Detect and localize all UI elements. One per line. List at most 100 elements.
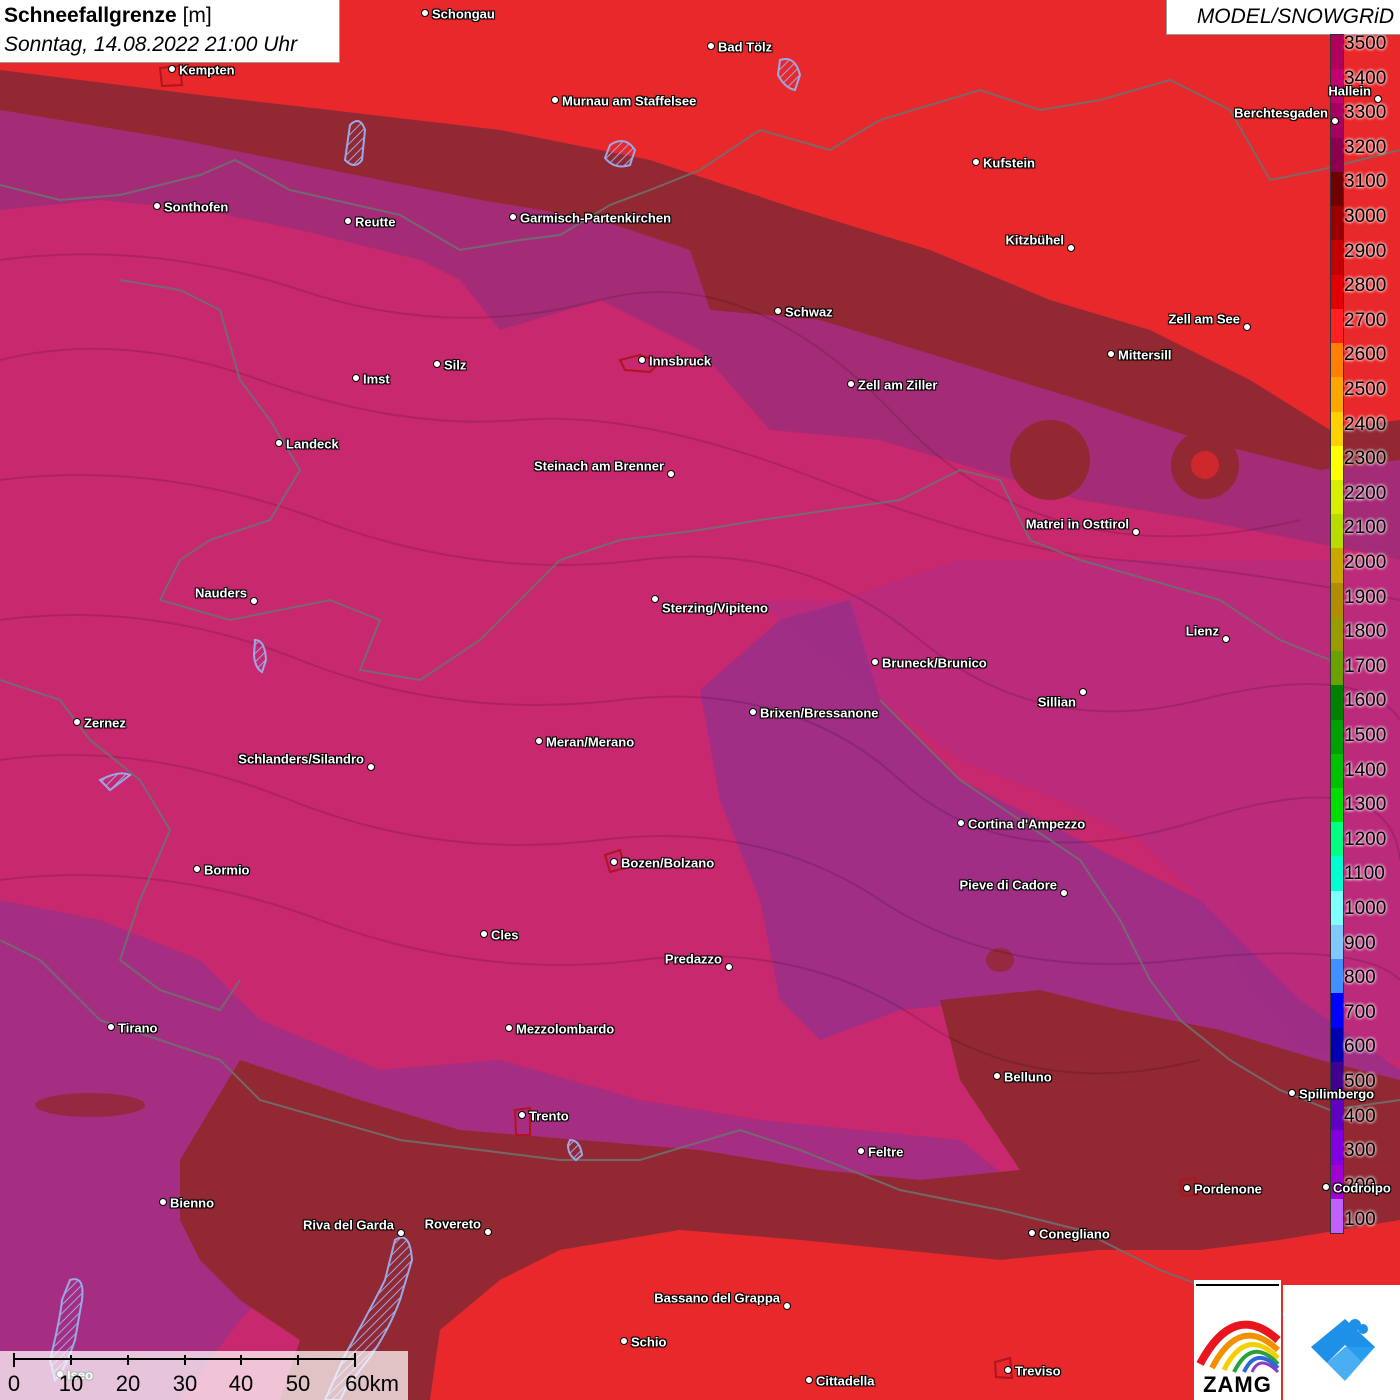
city-dot-icon bbox=[107, 1023, 115, 1031]
legend-colorbar bbox=[1330, 34, 1344, 1234]
scale-label: 40 bbox=[228, 1371, 254, 1396]
legend-swatch bbox=[1331, 206, 1343, 241]
city-dot-icon bbox=[1322, 1183, 1330, 1191]
city-label: Trento bbox=[529, 1108, 569, 1124]
city-dot-icon bbox=[367, 763, 375, 771]
city-label: Hallein bbox=[1328, 83, 1371, 99]
city-label: Sillian bbox=[1037, 694, 1076, 710]
city-label: Kempten bbox=[179, 62, 235, 78]
legend-label: 2200 bbox=[1344, 482, 1387, 504]
city-dot-icon bbox=[1132, 528, 1140, 536]
city-dot-icon bbox=[725, 963, 733, 971]
legend-swatch bbox=[1331, 890, 1343, 926]
model-label-box: MODEL/SNOWGRiD bbox=[1166, 0, 1400, 35]
legend-swatch bbox=[1331, 343, 1343, 378]
city-dot-icon bbox=[433, 360, 441, 368]
city-label: Matrei in Osttirol bbox=[1025, 516, 1129, 532]
city-dot-icon bbox=[1331, 117, 1339, 125]
legend-swatch bbox=[1331, 240, 1343, 276]
legend-swatch bbox=[1331, 479, 1343, 515]
zamg-logo-text: ZAMG bbox=[1203, 1372, 1272, 1397]
city-label: Rovereto bbox=[424, 1216, 481, 1232]
city-label: Bozen/Bolzano bbox=[621, 855, 715, 871]
scale-label: 20 bbox=[115, 1371, 141, 1396]
city-label: Riva del Garda bbox=[302, 1217, 394, 1233]
city-dot-icon bbox=[749, 708, 757, 716]
city-label: Meran/Merano bbox=[546, 734, 635, 750]
legend-swatch bbox=[1331, 548, 1343, 584]
zone-pocket-lienz bbox=[1010, 420, 1090, 500]
city-label: Bienno bbox=[170, 1195, 215, 1211]
zamg-rainbow-logo-icon bbox=[1196, 1284, 1281, 1374]
city-label: Imst bbox=[363, 371, 390, 387]
legend-label: 1600 bbox=[1344, 690, 1387, 712]
legend-swatch bbox=[1331, 685, 1343, 721]
legend-swatch bbox=[1331, 651, 1343, 686]
map-date: Sonntag, 14.08.2022 21:00 Uhr bbox=[4, 33, 298, 56]
zamg-logo: ZAMG bbox=[1194, 1280, 1281, 1400]
city-dot-icon bbox=[344, 217, 352, 225]
scale-label: 10 bbox=[58, 1371, 84, 1396]
city-dot-icon bbox=[847, 380, 855, 388]
legend-label: 2400 bbox=[1344, 413, 1387, 435]
city-label: Murnau am Staffelsee bbox=[562, 93, 697, 109]
city-label: Bormio bbox=[204, 862, 250, 878]
legend-swatch bbox=[1331, 788, 1343, 823]
city-dot-icon bbox=[153, 202, 161, 210]
city-dot-icon bbox=[159, 1198, 167, 1206]
city-label: Silz bbox=[444, 357, 467, 373]
city-dot-icon bbox=[275, 439, 283, 447]
city-label: Schio bbox=[631, 1334, 667, 1350]
legend-swatch bbox=[1331, 1027, 1343, 1063]
city-label: Innsbruck bbox=[649, 353, 712, 369]
legend-swatch bbox=[1331, 822, 1343, 857]
legend-label: 1900 bbox=[1344, 586, 1387, 608]
legend-swatch bbox=[1331, 445, 1343, 481]
legend-label: 600 bbox=[1344, 1036, 1376, 1058]
city-label: Schwaz bbox=[785, 304, 833, 320]
city-dot-icon bbox=[972, 158, 980, 166]
legend-label: 2500 bbox=[1344, 379, 1387, 400]
legend-swatch bbox=[1331, 856, 1343, 892]
city-dot-icon bbox=[1243, 323, 1251, 331]
city-dot-icon bbox=[857, 1147, 865, 1155]
legend-label: 400 bbox=[1344, 1105, 1376, 1127]
city-label: Schongau bbox=[432, 6, 495, 22]
city-dot-icon bbox=[421, 9, 429, 17]
legend-label: 2800 bbox=[1344, 275, 1387, 297]
city-dot-icon bbox=[484, 1228, 492, 1236]
snowgrid-app-logo-icon bbox=[1311, 1319, 1375, 1381]
legend-swatch bbox=[1331, 959, 1343, 994]
legend-label: 2600 bbox=[1344, 344, 1387, 366]
legend-swatch bbox=[1331, 377, 1343, 412]
city-label: Garmisch-Partenkirchen bbox=[520, 210, 672, 226]
city-label: Codroipo bbox=[1333, 1180, 1391, 1196]
lake-staffelsee bbox=[603, 140, 637, 168]
legend-swatch bbox=[1331, 35, 1343, 70]
legend-swatch bbox=[1331, 582, 1343, 618]
legend-swatch bbox=[1331, 1198, 1343, 1234]
title-name: Schneefallgrenze bbox=[4, 4, 177, 27]
city-dot-icon bbox=[1060, 889, 1068, 897]
legend-label: 1400 bbox=[1344, 759, 1387, 781]
map-title: Schneefallgrenze [m] bbox=[4, 4, 212, 28]
legend-label: 3200 bbox=[1344, 136, 1387, 158]
legend-swatch bbox=[1331, 274, 1343, 310]
city-dot-icon bbox=[509, 213, 517, 221]
legend-label: 1200 bbox=[1344, 828, 1387, 850]
legend-swatch bbox=[1331, 993, 1343, 1029]
legend-swatch bbox=[1331, 514, 1343, 549]
legend-label: 1700 bbox=[1344, 655, 1387, 677]
legend-label: 2100 bbox=[1344, 517, 1387, 539]
scale-label: 50 bbox=[285, 1371, 311, 1396]
city-dot-icon bbox=[250, 597, 258, 605]
city-label: Spilimbergo bbox=[1299, 1086, 1375, 1102]
city-dot-icon bbox=[168, 65, 176, 73]
legend-swatch bbox=[1331, 924, 1343, 960]
legend-swatch bbox=[1331, 137, 1343, 173]
city-dot-icon bbox=[783, 1302, 791, 1310]
city-label: Nauders bbox=[194, 585, 247, 601]
city-dot-icon bbox=[1067, 244, 1075, 252]
city-label: Kitzbühel bbox=[1005, 232, 1065, 248]
legend-label: 900 bbox=[1344, 932, 1376, 954]
